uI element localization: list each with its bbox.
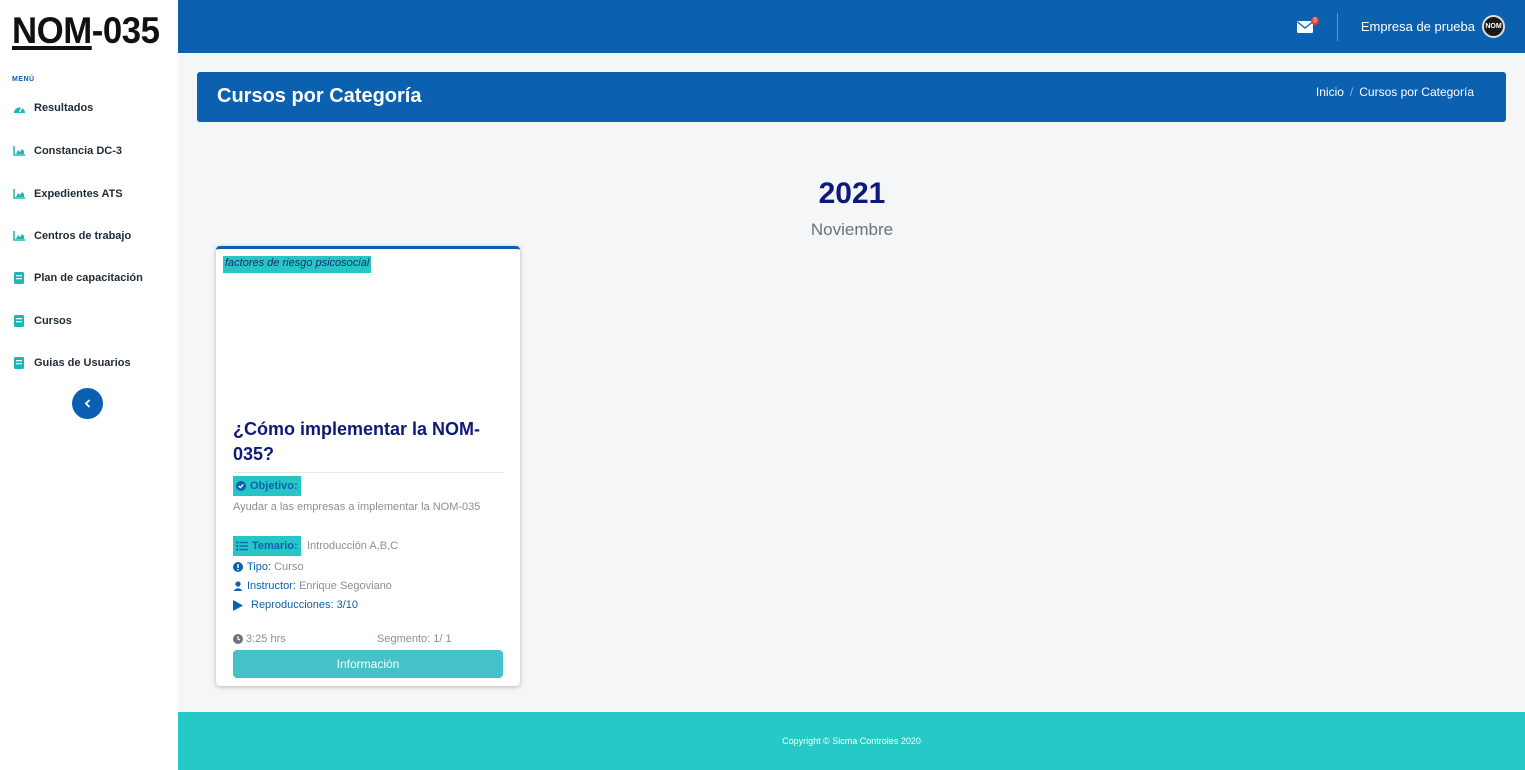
segment-info: Segmento: 1/ 1 [377, 633, 452, 645]
divider [233, 472, 503, 473]
sidebar-item-resultados[interactable]: Resultados [12, 98, 93, 118]
footer: Copyright © Sicma Controles 2020 [178, 712, 1525, 770]
company-name[interactable]: Empresa de prueba [1361, 19, 1475, 34]
play-icon [233, 599, 243, 611]
plays-line: Reproducciones: 3/10 [233, 599, 358, 611]
sidebar-item-label: Resultados [34, 102, 94, 114]
copyright-text: Copyright © Sicma Controles 2020 [782, 736, 921, 746]
type-label: Tipo: [247, 561, 272, 573]
duration: 3:25 hrs [233, 633, 286, 645]
year-heading: 2021 [818, 177, 886, 210]
course-card: factores de riesgo psicosocial ¿Cómo imp… [216, 246, 520, 686]
sidebar-item-constancia[interactable]: Constancia DC-3 [12, 141, 122, 161]
notification-badge: 0 [1311, 17, 1319, 25]
list-icon [236, 541, 248, 551]
sidebar-item-label: Guias de Usuarios [34, 357, 131, 369]
divider [1337, 13, 1338, 41]
exclamation-circle-icon [233, 562, 243, 572]
category-tag: factores de riesgo psicosocial [223, 256, 372, 273]
month-heading: Noviembre [810, 220, 894, 239]
sidebar: NOM-035 MENÚ Resultados Constancia DC-3 … [0, 0, 178, 770]
instructor-line: Instructor: Enrique Segoviano [233, 580, 392, 592]
sidebar-item-label: Plan de capacitación [34, 272, 143, 284]
sidebar-item-cursos[interactable]: Cursos [12, 311, 72, 331]
sidebar-item-label: Centros de trabajo [34, 230, 132, 242]
course-title: ¿Cómo implementar la NOM-035? [233, 419, 481, 464]
duration-value: 3:25 hrs [246, 633, 286, 645]
instructor-value: Enrique Segoviano [298, 580, 392, 592]
chevron-left-icon [84, 395, 92, 413]
chart-area-icon [12, 230, 26, 242]
objective-badge: Objetivo: [233, 476, 301, 496]
dashboard-icon [12, 102, 26, 114]
sidebar-item-centros[interactable]: Centros de trabajo [12, 226, 131, 246]
breadcrumb-separator: / [1349, 85, 1354, 99]
type-line: Tipo: Curso [233, 561, 303, 573]
topics-badge: Temario: [233, 536, 301, 556]
breadcrumb-current: Cursos por Categoría [1359, 85, 1474, 99]
chart-area-icon [12, 145, 26, 157]
chart-area-icon [12, 188, 26, 200]
objective-text: Ayudar a las empresas a implementar la N… [233, 501, 481, 513]
check-circle-icon [236, 481, 246, 491]
sidebar-item-guias[interactable]: Guias de Usuarios [12, 353, 131, 373]
sidebar-item-expedientes[interactable]: Expedientes ATS [12, 184, 123, 204]
instructor-label: Instructor: [247, 580, 296, 592]
objective-label: Objetivo: [250, 480, 298, 492]
page-header: Cursos por Categoría Inicio / Cursos por… [197, 72, 1506, 122]
information-button[interactable]: Información [233, 650, 503, 678]
avatar[interactable]: NOM [1482, 15, 1505, 38]
app-logo[interactable]: NOM-035 [12, 10, 160, 52]
course-image [223, 277, 513, 397]
breadcrumb-home[interactable]: Inicio [1316, 85, 1344, 99]
plays-count: Reproducciones: 3/10 [251, 599, 359, 611]
topics-text: Introducción A,B,C [307, 540, 399, 552]
type-value: Curso [274, 561, 304, 573]
book-icon [12, 272, 26, 284]
user-icon [233, 581, 243, 591]
topics-label: Temario: [252, 540, 298, 552]
book-icon [12, 357, 26, 369]
breadcrumb: Inicio / Cursos por Categoría [1316, 85, 1474, 99]
sidebar-item-plan[interactable]: Plan de capacitación [12, 268, 143, 288]
sidebar-item-label: Cursos [34, 315, 72, 327]
book-icon [12, 315, 26, 327]
page-title: Cursos por Categoría [217, 85, 422, 107]
sidebar-item-label: Expedientes ATS [34, 188, 123, 200]
clock-icon [233, 634, 243, 644]
collapse-sidebar-button[interactable] [72, 388, 103, 419]
topbar: 0 Empresa de prueba NOM [178, 0, 1525, 53]
menu-label: MENÚ [12, 76, 35, 83]
sidebar-item-label: Constancia DC-3 [34, 145, 123, 157]
